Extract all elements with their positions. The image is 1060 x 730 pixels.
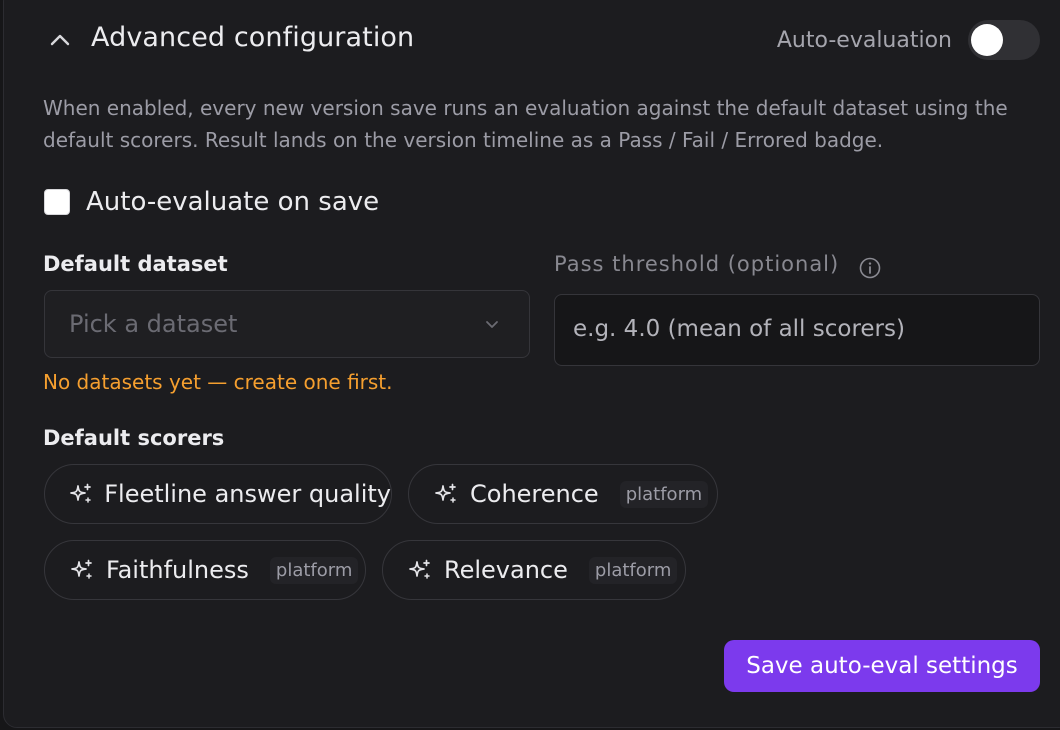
scorer-chip-fleetline-answer-quality[interactable]: Fleetline answer quality (44, 464, 392, 524)
panel-title: Advanced configuration (91, 22, 415, 53)
save-auto-eval-settings-button[interactable]: Save auto-eval settings (724, 640, 1040, 692)
auto-evaluation-toggle-group: Auto-evaluation (777, 20, 1040, 60)
no-datasets-warning: No datasets yet — create one first. (43, 370, 393, 394)
description-text: When enabled, every new version save run… (43, 96, 1008, 152)
auto-evaluate-label: Auto-evaluate on save (86, 187, 380, 217)
platform-badge: platform (619, 480, 709, 508)
sparkles-icon (69, 481, 93, 507)
platform-badge: platform (588, 556, 678, 584)
pass-threshold-placeholder: e.g. 4.0 (mean of all scorers) (573, 316, 905, 342)
sparkles-icon (433, 481, 459, 507)
chevron-down-icon (483, 315, 501, 333)
scorer-name: Relevance (444, 556, 568, 584)
auto-evaluation-toggle[interactable] (968, 20, 1040, 60)
default-dataset-label: Default dataset (43, 252, 228, 276)
pass-threshold-input[interactable]: e.g. 4.0 (mean of all scorers) (554, 294, 1040, 366)
auto-evaluate-checkbox[interactable] (44, 189, 70, 215)
auto-evaluation-label: Auto-evaluation (776, 27, 952, 53)
scorer-name: Coherence (470, 480, 599, 508)
auto-evaluate-checkbox-row[interactable]: Auto-evaluate on save (44, 184, 379, 220)
chevron-up-icon[interactable] (46, 26, 74, 54)
scorer-name: Faithfulness (106, 556, 249, 584)
scorer-name: Fleetline answer quality (104, 480, 391, 508)
pass-threshold-label: Pass threshold (optional) (554, 252, 840, 276)
sparkles-icon (407, 557, 433, 583)
dataset-select-placeholder: Pick a dataset (69, 310, 238, 338)
panel-header: Advanced configuration Auto-evaluation (0, 0, 1060, 82)
info-icon[interactable] (859, 257, 881, 279)
scorer-chip-relevance[interactable]: Relevance platform (382, 540, 686, 600)
toggle-knob (971, 24, 1003, 56)
default-scorers-label: Default scorers (43, 426, 225, 450)
scorer-chip-coherence[interactable]: Coherence platform (408, 464, 718, 524)
platform-badge: platform (269, 556, 359, 584)
sparkles-icon (69, 557, 95, 583)
dataset-select[interactable]: Pick a dataset (44, 290, 530, 358)
scorer-chip-faithfulness[interactable]: Faithfulness platform (44, 540, 366, 600)
